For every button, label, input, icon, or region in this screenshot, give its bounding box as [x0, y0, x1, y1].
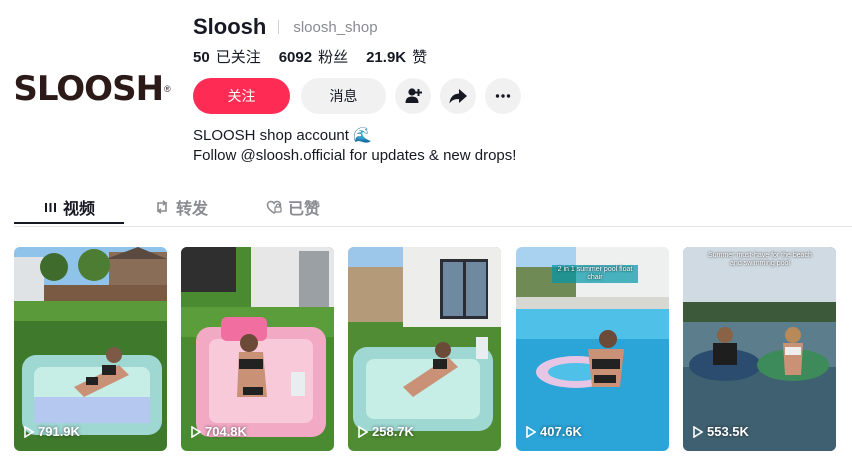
avatar[interactable]: SLOOSH ® — [13, 66, 171, 112]
bio-line: SLOOSH shop account 🌊 — [193, 127, 372, 144]
add-friend-button[interactable] — [395, 78, 431, 114]
tab-reposts[interactable]: 转发 — [154, 190, 208, 224]
share-button[interactable] — [440, 78, 476, 114]
play-icon — [693, 425, 703, 438]
more-button[interactable] — [485, 78, 521, 114]
profile-actions: 关注 消息 — [193, 78, 530, 114]
follow-button[interactable]: 关注 — [193, 78, 290, 114]
divider — [278, 20, 280, 34]
add-user-icon — [405, 88, 422, 103]
message-button[interactable]: 消息 — [301, 78, 386, 114]
video-thumbnail-5[interactable]: Summer must-have for the beach and swimm… — [683, 247, 836, 451]
active-tab-indicator — [14, 222, 124, 224]
video-thumbnail-4[interactable]: 2 in 1 summer pool float chair 407.6K — [516, 247, 669, 451]
liked-heart-icon — [266, 200, 282, 214]
video-preview-image — [14, 247, 167, 451]
view-count: 258.7K — [358, 424, 414, 439]
video-preview-image — [683, 247, 836, 451]
view-count: 553.5K — [693, 424, 749, 439]
following-count[interactable]: 50 已关注 — [193, 46, 261, 67]
play-icon — [358, 425, 368, 438]
play-icon — [24, 425, 34, 438]
grid-icon — [45, 202, 56, 212]
repost-icon — [157, 200, 167, 214]
logo-text: SLOOSH — [13, 69, 164, 109]
profile-handle: sloosh_shop — [293, 18, 378, 36]
view-count: 407.6K — [526, 424, 582, 439]
profile-stats: 50 已关注 6092 粉丝 21.9K 赞 — [193, 46, 445, 67]
video-thumbnail-2[interactable]: 704.8K — [181, 247, 334, 451]
bio-line: Follow @sloosh.official for updates & ne… — [193, 147, 517, 164]
profile-bio: SLOOSH shop account 🌊 Follow @sloosh.off… — [193, 126, 516, 166]
share-arrow-icon — [449, 89, 467, 104]
view-count: 791.9K — [24, 424, 80, 439]
followers-count[interactable]: 6092 粉丝 — [279, 46, 348, 67]
video-thumbnail-3[interactable]: 258.7K — [348, 247, 501, 451]
profile-name: Sloosh — [193, 14, 267, 39]
more-dots-icon — [495, 94, 511, 98]
video-caption: 2 in 1 summer pool float chair — [552, 265, 638, 283]
video-preview-image — [348, 247, 501, 451]
profile-header: Sloosh sloosh_shop — [193, 14, 378, 40]
likes-count: 21.9K 赞 — [366, 49, 428, 66]
tab-liked[interactable]: 已赞 — [266, 190, 320, 224]
registered-mark: ® — [164, 84, 171, 94]
tab-videos[interactable]: 视频 — [44, 190, 95, 224]
video-preview-image — [181, 247, 334, 451]
play-icon — [526, 425, 536, 438]
video-thumbnail-1[interactable]: 791.9K — [14, 247, 167, 451]
profile-tabs: 视频 转发 已赞 — [14, 190, 852, 227]
play-icon — [191, 425, 201, 438]
view-count: 704.8K — [191, 424, 247, 439]
video-caption: Summer must-have for the beach and swimm… — [708, 252, 812, 267]
